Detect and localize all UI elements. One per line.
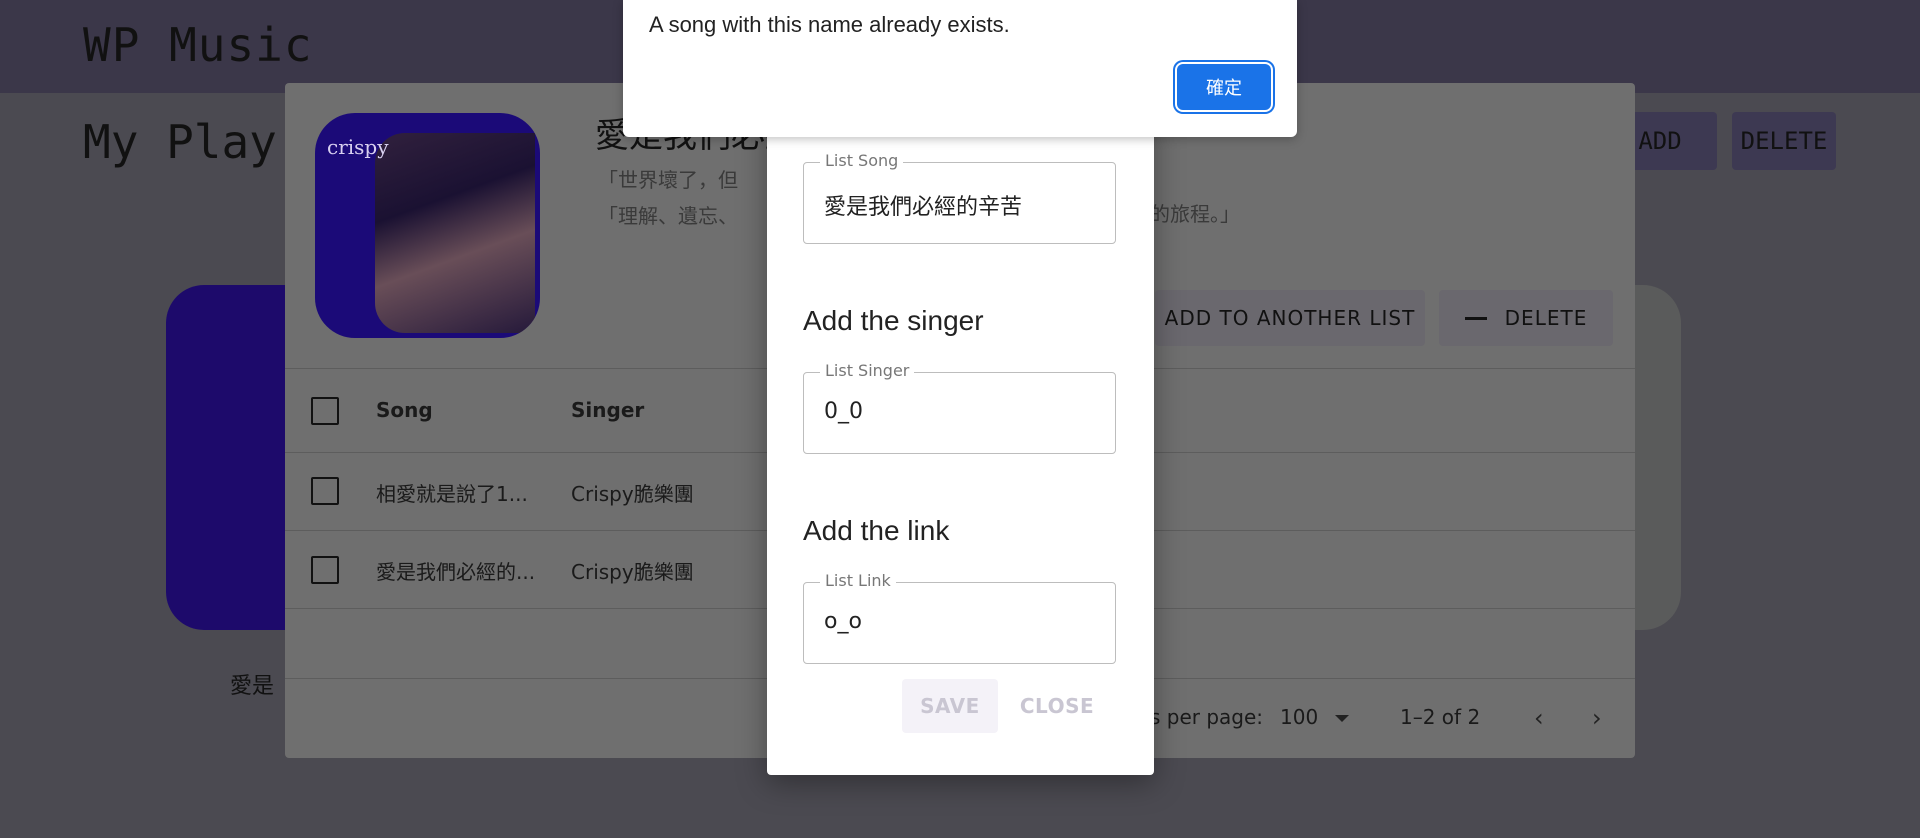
delete-songs-label: DELETE [1504,306,1588,330]
playlist-card-caption: 愛是 [230,674,275,699]
select-all-checkbox[interactable] [311,397,339,425]
singer-field-value[interactable]: 0_0 [824,399,863,424]
link-field[interactable]: List Link o_o [803,572,1116,664]
close-button[interactable]: CLOSE [1010,679,1104,733]
minus-icon [1464,316,1487,320]
playlist-description: 「世界壞了，但 「理解、遺忘、 [598,162,738,234]
caret-down-icon [1334,715,1349,722]
rows-per-page-select[interactable]: 100 [1280,705,1349,729]
alert-ok-button[interactable]: 確定 [1177,64,1271,110]
singer-cell: Crispy脆樂團 [571,560,694,584]
rows-per-page-value: 100 [1280,705,1319,729]
previous-page-icon[interactable]: ‹ [1534,704,1544,732]
cover-art [375,133,535,333]
next-page-icon[interactable]: › [1592,704,1602,732]
rows-per-page-label: s per page: [1150,705,1264,729]
song-field[interactable]: List Song 愛是我們必經的辛苦 [803,152,1116,244]
playlist-cover-image: crispy [315,113,540,338]
song-field-value[interactable]: 愛是我們必經的辛苦 [824,189,1022,221]
song-field-label: List Song [820,152,904,170]
save-button[interactable]: SAVE [902,679,998,733]
singer-cell: Crispy脆樂團 [571,482,694,506]
link-field-label: List Link [820,572,896,590]
row-checkbox[interactable] [311,477,339,505]
page-heading: My Play [83,115,277,169]
link-field-value[interactable]: o_o [824,609,862,634]
singer-section-title: Add the singer [803,305,984,336]
song-cell: 愛是我們必經的... [376,560,536,584]
singer-field-label: List Singer [820,362,915,380]
singer-field[interactable]: List Singer 0_0 [803,362,1116,454]
app-title: WP Music [83,18,313,72]
song-cell: 相愛就是說了1... [376,482,528,506]
alert-message: A song with this name already exists. [649,12,1010,37]
column-header-singer[interactable]: Singer [571,398,644,422]
link-section-title: Add the link [803,515,950,546]
add-to-another-list-button[interactable]: ADD TO ANOTHER LIST [1155,290,1425,346]
column-header-song[interactable]: Song [376,398,433,422]
description-line-1: 「世界壞了，但 [598,168,738,192]
cover-brand: crispy [327,135,389,159]
delete-button[interactable]: DELETE [1732,112,1836,170]
delete-songs-button[interactable]: DELETE [1439,290,1613,346]
description-line-2: 「理解、遺忘、 [598,204,738,228]
row-checkbox[interactable] [311,556,339,584]
pagination-range: 1–2 of 2 [1400,705,1481,729]
